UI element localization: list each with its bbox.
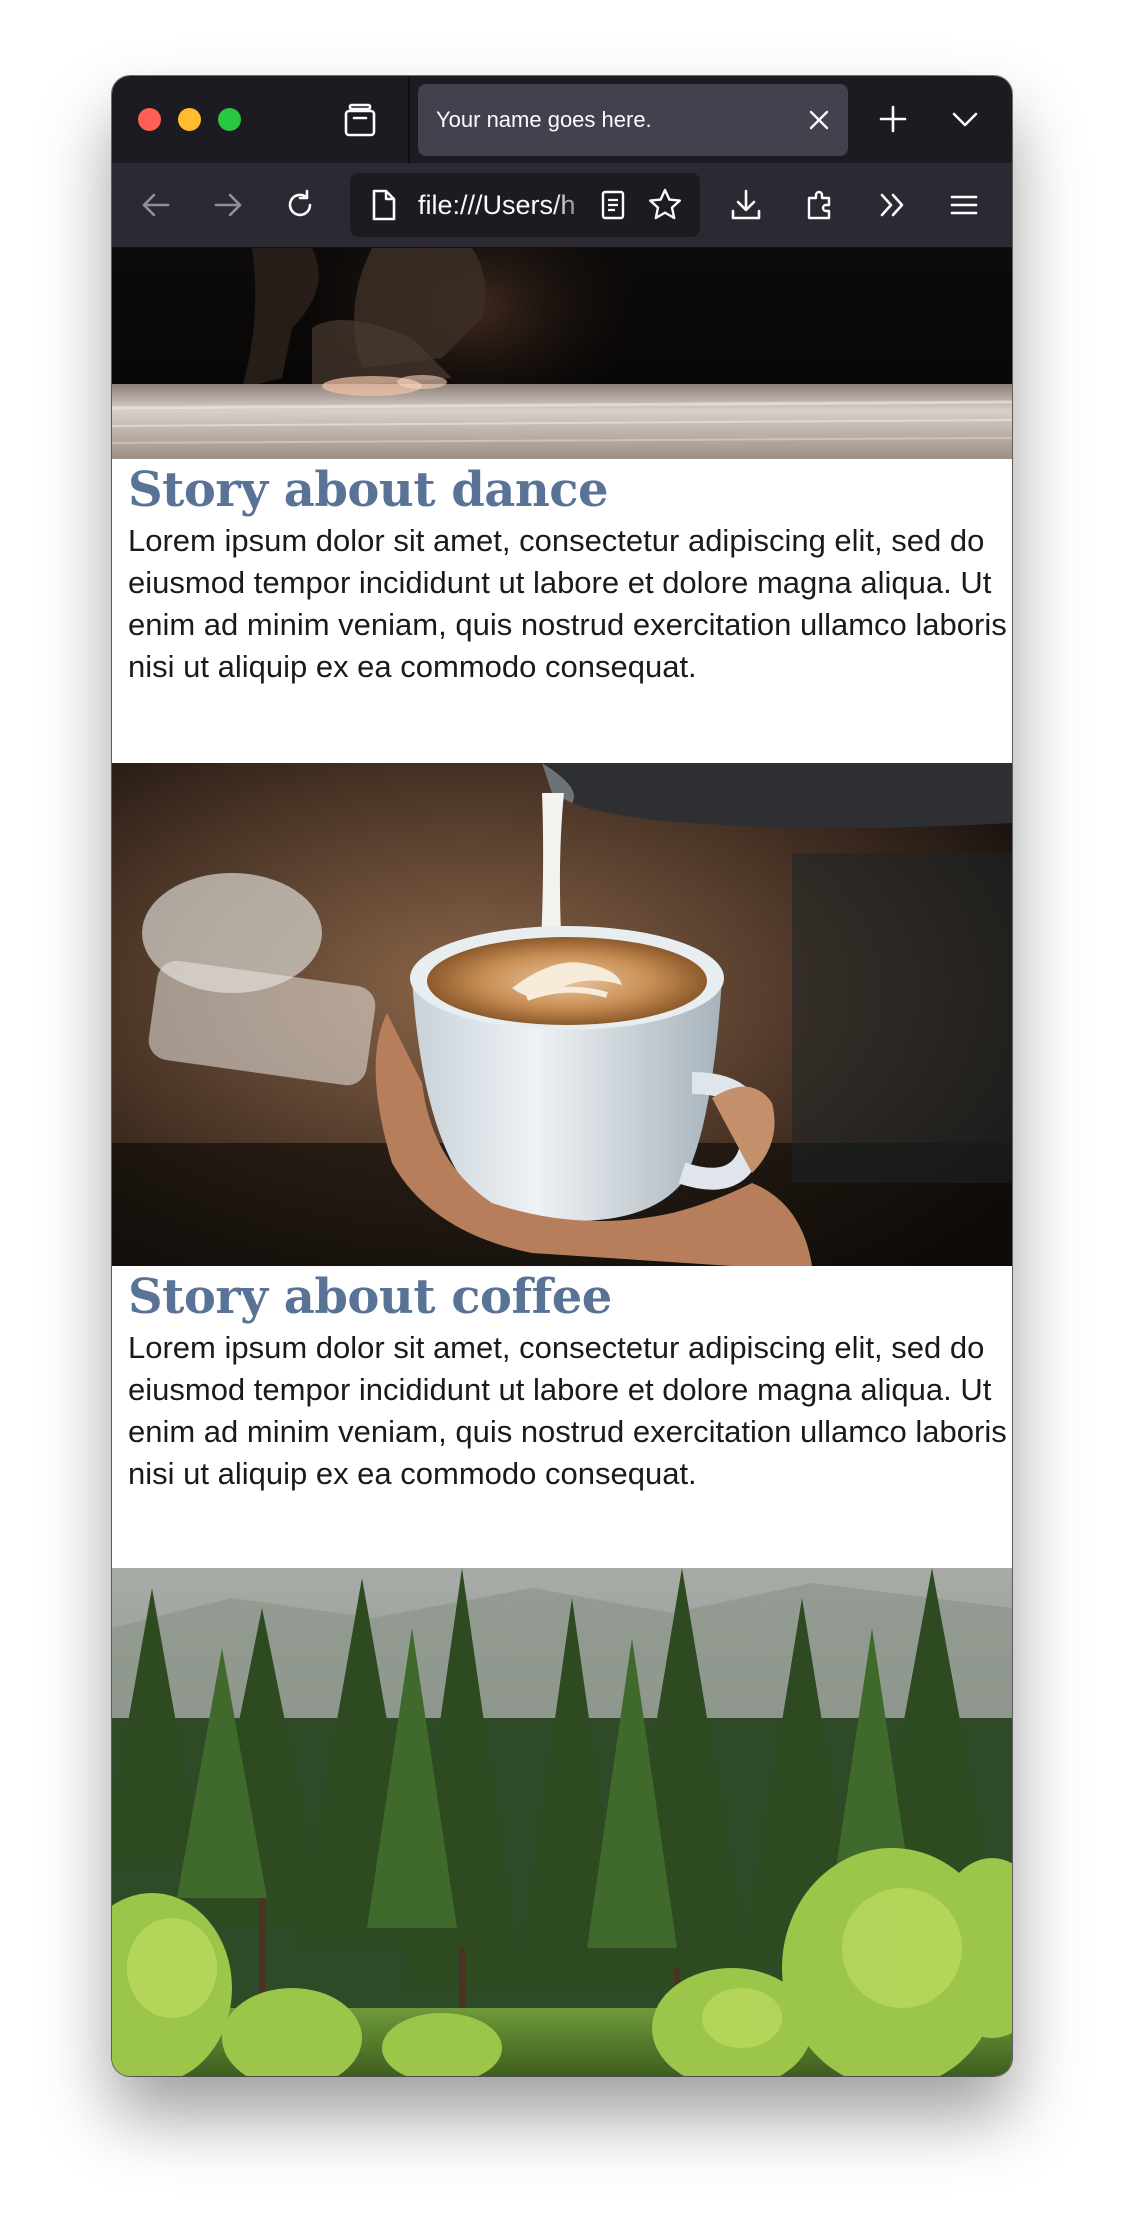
url-text[interactable]: file:///Users/h — [418, 173, 598, 237]
story-title-dance: Story about dance — [128, 462, 609, 518]
coffee-photo — [112, 763, 1012, 1266]
page-content: Story about dance Lorem ipsum dolor sit … — [112, 248, 1012, 2076]
browser-window: Your name goes here. file:///Users/h Sto… — [112, 76, 1012, 2076]
minimize-window-button[interactable] — [178, 108, 201, 131]
folder-icon[interactable] — [342, 102, 378, 138]
tab-active[interactable]: Your name goes here. — [418, 84, 848, 156]
story-title-coffee: Story about coffee — [128, 1269, 612, 1325]
reload-icon[interactable] — [282, 187, 318, 223]
chevron-down-icon[interactable] — [950, 104, 980, 134]
plus-icon[interactable] — [876, 102, 910, 136]
download-icon[interactable] — [728, 187, 764, 223]
close-window-button[interactable] — [138, 108, 161, 131]
tab-title: Your name goes here. — [436, 107, 652, 132]
star-icon[interactable] — [646, 186, 684, 224]
tab-separator — [408, 76, 410, 163]
puzzle-icon[interactable] — [802, 187, 838, 223]
arrow-right-icon[interactable] — [210, 187, 246, 223]
story-body-dance: Lorem ipsum dolor sit amet, consectetur … — [128, 523, 1007, 684]
arrow-left-icon[interactable] — [138, 187, 174, 223]
tab-strip: Your name goes here. — [112, 76, 1012, 163]
dance-photo — [112, 248, 1012, 459]
reader-view-icon[interactable] — [598, 187, 628, 223]
double-chevron-icon[interactable] — [874, 187, 910, 223]
hamburger-icon[interactable] — [946, 187, 982, 223]
document-icon[interactable] — [366, 187, 400, 223]
forest-photo — [112, 1568, 1012, 2076]
story-body-coffee: Lorem ipsum dolor sit amet, consectetur … — [128, 1330, 1007, 1491]
zoom-window-button[interactable] — [218, 108, 241, 131]
navigation-toolbar: file:///Users/h — [112, 163, 1012, 248]
address-bar[interactable]: file:///Users/h — [350, 173, 700, 237]
close-icon[interactable] — [806, 107, 832, 133]
